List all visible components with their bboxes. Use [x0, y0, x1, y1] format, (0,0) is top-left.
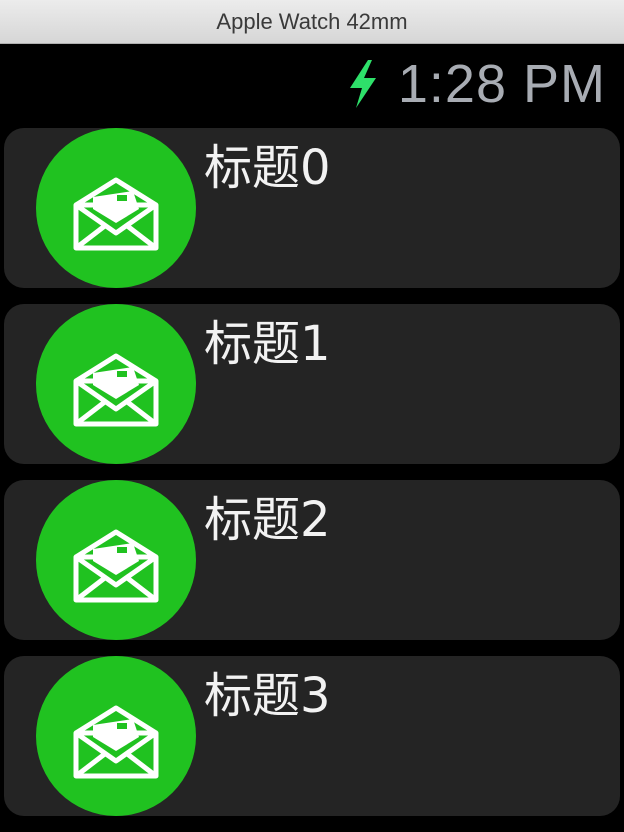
- list-item-title: 标题0: [204, 140, 331, 196]
- status-bar: 1:28 PM: [346, 54, 606, 114]
- mail-avatar: [36, 304, 196, 464]
- mail-avatar: [36, 480, 196, 640]
- window-titlebar: Apple Watch 42mm: [0, 0, 624, 44]
- list-item-title: 标题3: [204, 668, 331, 724]
- list-item-title: 标题1: [204, 316, 331, 372]
- mail-open-icon: [73, 705, 159, 779]
- watch-screen: 1:28 PM 标题0 标题1 标题2 标题3: [0, 44, 624, 824]
- list-item[interactable]: 标题2: [4, 480, 620, 640]
- list-item-title: 标题2: [204, 492, 331, 548]
- mail-avatar: [36, 128, 196, 288]
- message-list: 标题0 标题1 标题2 标题3: [4, 128, 620, 832]
- bolt-icon: [349, 60, 376, 108]
- list-item[interactable]: 标题3: [4, 656, 620, 816]
- list-item[interactable]: 标题0: [4, 128, 620, 288]
- clock: 1:28 PM: [397, 54, 606, 114]
- mail-open-icon: [73, 353, 159, 427]
- mail-open-icon: [73, 177, 159, 251]
- mail-avatar: [36, 656, 196, 816]
- list-item[interactable]: 标题1: [4, 304, 620, 464]
- mail-open-icon: [73, 529, 159, 603]
- window-title: Apple Watch 42mm: [216, 8, 408, 34]
